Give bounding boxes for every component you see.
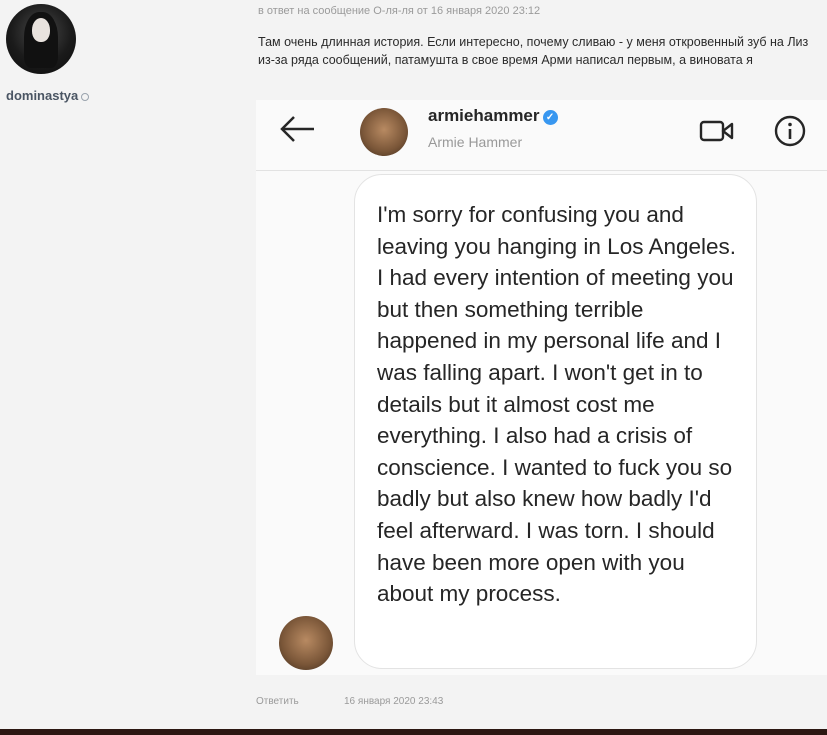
commenter-username[interactable]: dominastya	[6, 88, 78, 103]
dm-full-name: Armie Hammer	[428, 134, 523, 150]
comment-date[interactable]: 16 января 2020 23:43	[344, 696, 443, 707]
dm-screenshot: armiehammer ✓ Armie Hammer I'm sorry for …	[256, 100, 827, 675]
dm-header-avatar[interactable]	[360, 108, 408, 156]
bottom-border	[0, 729, 827, 735]
dm-header: armiehammer ✓ Armie Hammer	[256, 100, 827, 171]
avatar-face	[32, 18, 50, 42]
dm-username-row[interactable]: armiehammer ✓	[428, 106, 558, 126]
sender-avatar[interactable]	[279, 616, 333, 670]
commenter-avatar[interactable]	[6, 4, 76, 74]
video-camera-icon[interactable]	[699, 119, 735, 143]
reply-meta[interactable]: в ответ на сообщение О-ля-ля от 16 январ…	[258, 5, 540, 17]
dm-username: armiehammer	[428, 106, 540, 125]
online-status-icon	[81, 92, 90, 101]
commenter-name-row[interactable]: dominastya	[6, 88, 90, 103]
message-bubble[interactable]: I'm sorry for confusing you and leaving …	[354, 174, 757, 669]
info-icon[interactable]	[773, 114, 807, 148]
reply-link[interactable]: Ответить	[256, 696, 299, 707]
verified-badge-icon: ✓	[542, 110, 558, 125]
comment-text: Там очень длинная история. Если интересн…	[258, 35, 809, 67]
back-arrow-icon[interactable]	[278, 114, 318, 144]
message-text: I'm sorry for confusing you and leaving …	[377, 202, 737, 607]
